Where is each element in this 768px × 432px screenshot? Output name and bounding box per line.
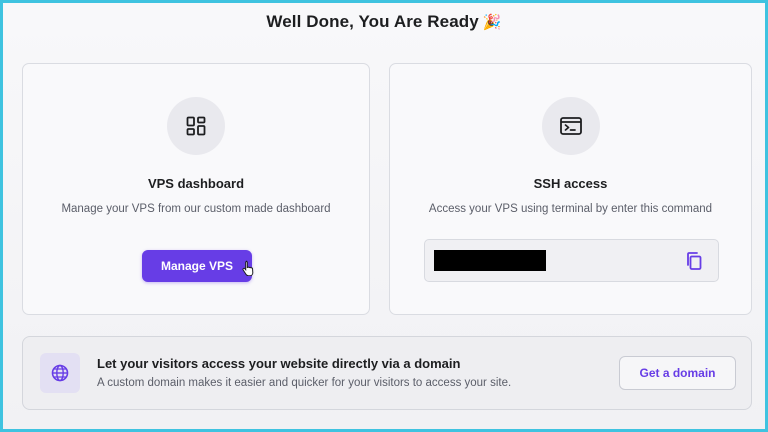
ssh-access-title: SSH access	[533, 176, 608, 191]
domain-banner-title: Let your visitors access your website di…	[97, 356, 461, 371]
party-popper-icon: 🎉	[482, 14, 502, 31]
dashboard-grid-icon	[186, 116, 206, 136]
manage-vps-button[interactable]: Manage VPS	[142, 250, 252, 282]
ssh-access-description: Access your VPS using terminal by enter …	[428, 203, 713, 215]
domain-banner-description: A custom domain makes it easier and quic…	[97, 377, 512, 389]
terminal-icon	[559, 117, 582, 135]
copy-button[interactable]	[682, 249, 706, 273]
get-a-domain-button[interactable]: Get a domain	[619, 356, 736, 390]
terminal-icon-circle	[541, 97, 600, 155]
vps-dashboard-title: VPS dashboard	[147, 176, 245, 191]
copy-icon	[687, 252, 702, 270]
globe-icon	[51, 364, 69, 382]
ssh-command-field[interactable]	[424, 239, 719, 282]
ssh-access-card: SSH access Access your VPS using termina…	[389, 63, 752, 315]
globe-icon-box	[40, 353, 80, 393]
page-title: Well Done, You Are Ready 🎉	[3, 12, 765, 32]
screen-frame: Well Done, You Are Ready 🎉 VPS dashboard …	[0, 0, 768, 432]
vps-dashboard-card: VPS dashboard Manage your VPS from our c…	[22, 63, 370, 315]
redacted-command	[434, 250, 546, 271]
page-title-text: Well Done, You Are Ready	[266, 12, 479, 31]
domain-banner: Let your visitors access your website di…	[22, 336, 752, 410]
dashboard-icon-circle	[167, 97, 225, 155]
vps-dashboard-description: Manage your VPS from our custom made das…	[61, 203, 331, 215]
hand-pointer-cursor-icon	[242, 260, 254, 276]
